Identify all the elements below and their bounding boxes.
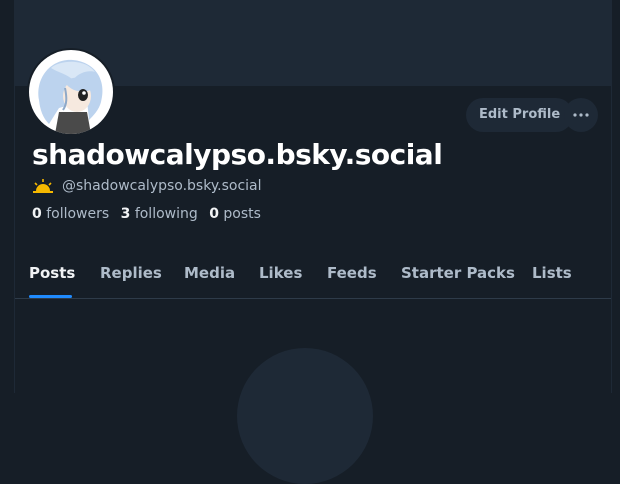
following-stat[interactable]: 3 following <box>121 206 198 222</box>
followers-stat[interactable]: 0 followers <box>32 206 109 222</box>
handle-row: @shadowcalypso.bsky.social <box>32 178 262 194</box>
profile-handle[interactable]: @shadowcalypso.bsky.social <box>62 178 262 194</box>
tab-likes[interactable]: Likes <box>259 264 302 282</box>
empty-state-icon <box>237 348 373 484</box>
avatar[interactable] <box>27 48 115 136</box>
tab-posts[interactable]: Posts <box>29 264 75 282</box>
active-tab-indicator <box>29 295 72 298</box>
avatar-image <box>29 50 113 134</box>
following-count: 3 <box>120 206 131 222</box>
ellipsis-icon <box>573 113 589 117</box>
posts-label: posts <box>223 206 261 222</box>
profile-stats: 0 followers 3 following 0 posts <box>32 206 268 222</box>
following-label: following <box>134 206 198 222</box>
edit-profile-button[interactable]: Edit Profile <box>466 98 574 132</box>
followers-count: 0 <box>32 206 42 222</box>
more-options-button[interactable] <box>564 98 598 132</box>
tab-lists[interactable]: Lists <box>532 264 572 282</box>
followers-label: followers <box>46 206 110 222</box>
tab-feeds[interactable]: Feeds <box>327 264 377 282</box>
posts-stat: 0 posts <box>209 206 261 222</box>
tab-media[interactable]: Media <box>184 264 235 282</box>
posts-count: 0 <box>209 206 219 222</box>
display-name: shadowcalypso.bsky.social <box>32 138 443 171</box>
sunrise-icon <box>33 179 53 193</box>
profile-column: Edit Profile shadowcalypso.bsky.social @… <box>14 0 612 484</box>
tab-starter-packs[interactable]: Starter Packs <box>401 264 515 282</box>
profile-tabs: Posts Replies Media Likes Feeds Starter … <box>15 252 611 299</box>
tab-replies[interactable]: Replies <box>100 264 162 282</box>
